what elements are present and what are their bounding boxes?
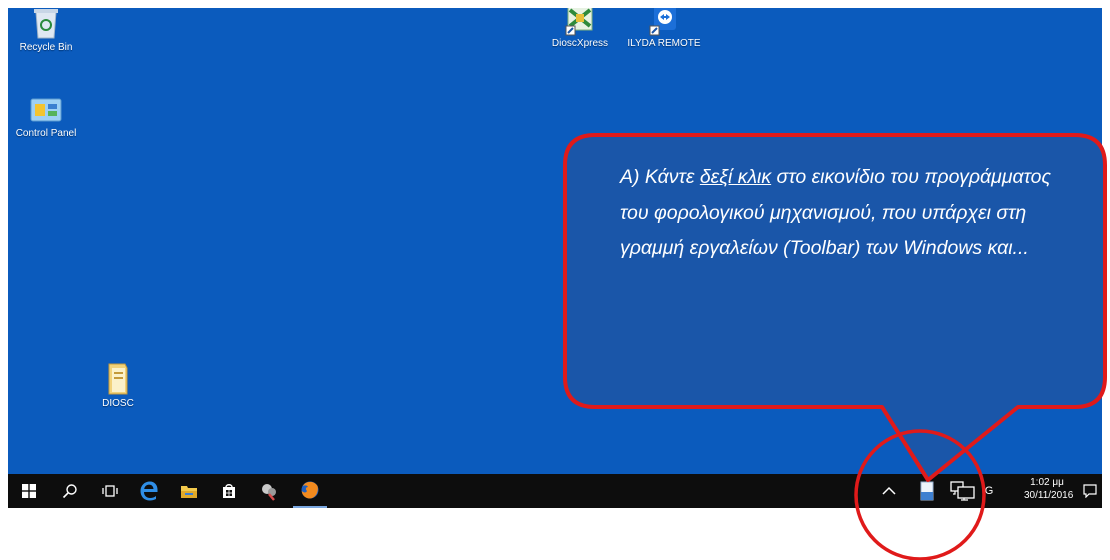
callout-right-click-emphasis: δεξί κλικ [699, 166, 772, 188]
annotation-overlay [563, 133, 1107, 560]
callout-text-part1: A) Κάντε [620, 166, 700, 188]
callout-text: A) Κάντε δεξί κλικ στο εικονίδιο του προ… [620, 160, 1070, 267]
